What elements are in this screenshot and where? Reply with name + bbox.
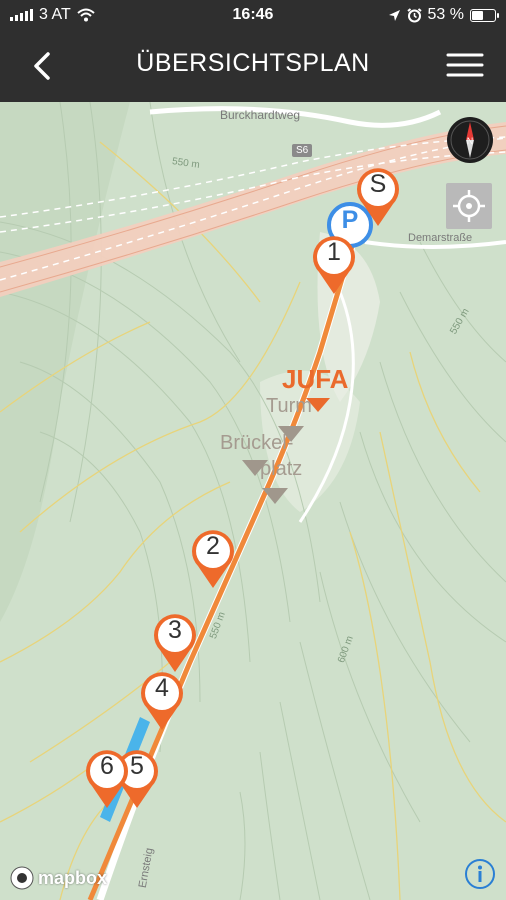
svg-text:N: N xyxy=(467,136,474,146)
status-right: 53 % xyxy=(388,6,499,24)
route-marker-2[interactable]: 2 xyxy=(188,526,238,590)
mapbox-logo-icon xyxy=(10,866,34,890)
route-marker-start[interactable]: S xyxy=(353,164,403,228)
route-marker-1[interactable]: 1 xyxy=(309,232,359,296)
route-marker-6-label: 6 xyxy=(100,752,114,780)
poi-label-spielplatz-line1[interactable]: Brückel- xyxy=(220,432,293,455)
mapbox-attribution[interactable]: mapbox xyxy=(10,866,107,890)
poi-label-turm[interactable]: Turm xyxy=(266,395,312,418)
poi-triangle-bruecke-icon xyxy=(242,460,268,476)
battery-icon xyxy=(470,8,499,22)
route-marker-1-label: 1 xyxy=(327,238,341,266)
route-marker-4[interactable]: 4 xyxy=(137,668,187,732)
battery-percent: 53 % xyxy=(427,6,464,23)
crosshair-icon xyxy=(453,190,485,222)
compass-button[interactable]: N xyxy=(446,116,494,164)
map-base[interactable] xyxy=(0,102,506,900)
navigation-bar: ÜBERSICHTSPLAN xyxy=(0,30,506,102)
alarm-clock-icon xyxy=(406,7,422,22)
route-marker-2-label: 2 xyxy=(206,532,220,560)
poi-label-jufa[interactable]: JUFA xyxy=(282,364,348,395)
status-bar: 3 AT 16:46 53 % xyxy=(0,0,506,30)
location-arrow-icon xyxy=(388,9,400,21)
mapbox-logo-text: mapbox xyxy=(38,867,108,888)
hamburger-menu-icon xyxy=(446,53,484,77)
page-title: ÜBERSICHTSPLAN xyxy=(136,49,370,77)
street-label-demarstrasse: Demarstraße xyxy=(408,232,473,244)
route-marker-3[interactable]: 3 xyxy=(150,610,200,674)
road-badge: S6 xyxy=(292,144,313,157)
route-marker-4-label: 4 xyxy=(155,674,169,702)
street-label-burckhardtweg: Burckhardtweg xyxy=(220,108,301,122)
info-button[interactable] xyxy=(464,858,496,890)
compass-icon: N xyxy=(447,117,493,163)
route-marker-3-label: 3 xyxy=(168,616,182,644)
map-view[interactable]: Burckhardtweg S6 Demarstraße 550 m 550 m… xyxy=(0,102,506,900)
menu-button[interactable] xyxy=(446,50,484,80)
route-marker-start-label: S xyxy=(369,170,387,198)
locate-me-button[interactable] xyxy=(446,183,492,229)
route-marker-6[interactable]: 6 xyxy=(82,746,132,810)
battery-fill xyxy=(472,10,483,20)
info-icon xyxy=(465,859,495,889)
poi-triangle-spielplatz-icon xyxy=(262,488,288,504)
